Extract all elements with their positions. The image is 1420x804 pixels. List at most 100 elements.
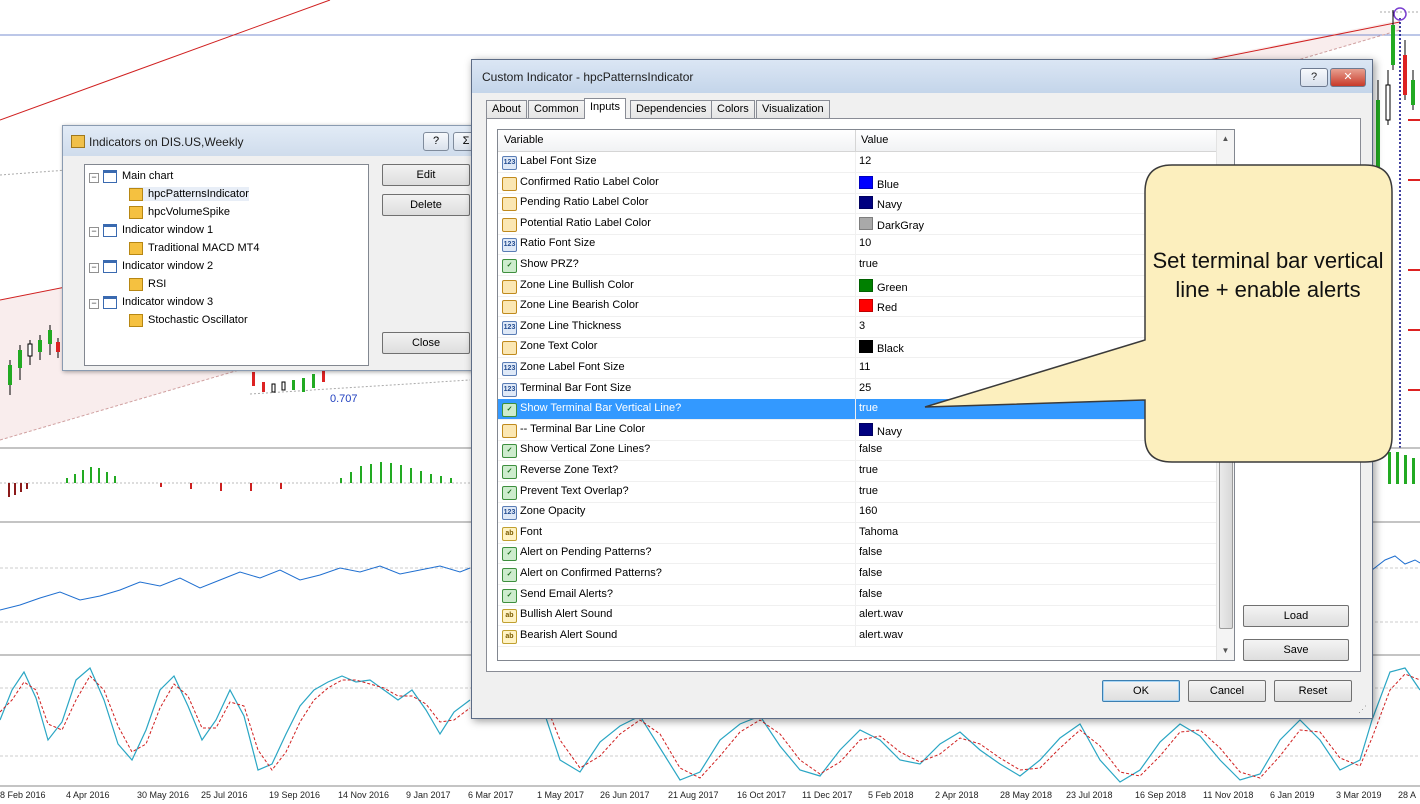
help-button[interactable]: ? <box>423 132 449 151</box>
load-button[interactable]: Load <box>1243 605 1349 627</box>
custom-indicator-dialog[interactable]: Custom Indicator - hpcPatternsIndicator … <box>471 59 1373 719</box>
value-column-header[interactable]: Value <box>861 134 888 146</box>
input-value-cell[interactable]: Green <box>859 278 908 294</box>
input-value-cell[interactable]: false <box>859 443 882 455</box>
input-row[interactable]: 123 Zone Line Thickness 3 <box>498 316 1216 338</box>
tab-inputs[interactable]: Inputs <box>584 98 626 119</box>
tab-colors[interactable]: Colors <box>711 100 755 118</box>
resize-grip-icon[interactable]: ⋰ <box>1358 704 1367 715</box>
cancel-button[interactable]: Cancel <box>1188 680 1266 702</box>
input-value-cell[interactable]: 160 <box>859 505 877 517</box>
tree-node-main-chart[interactable]: Main chart <box>103 169 173 183</box>
tree-node-rsi[interactable]: RSI <box>129 277 166 291</box>
tab-common[interactable]: Common <box>528 100 585 118</box>
input-value-cell[interactable]: 3 <box>859 320 865 332</box>
tree-node-indicator-window-3[interactable]: Indicator window 3 <box>103 295 213 309</box>
input-row[interactable]: ✓ Reverse Zone Text? true <box>498 461 1216 482</box>
inputs-grid[interactable]: Variable Value 123 Label Font Size 12 Confi… <box>497 129 1235 661</box>
input-value-cell[interactable]: false <box>859 588 882 600</box>
input-value-cell[interactable]: true <box>859 464 878 476</box>
ok-button[interactable]: OK <box>1102 680 1180 702</box>
tab-about[interactable]: About <box>486 100 527 118</box>
input-variable-name: Ratio Font Size <box>520 237 596 250</box>
input-row[interactable]: ✓ Send Email Alerts? false <box>498 584 1216 606</box>
tree-node-hpcvolumespike[interactable]: hpcVolumeSpike <box>129 205 230 219</box>
input-value-cell[interactable]: true <box>859 402 878 414</box>
collapse-icon[interactable]: − <box>89 299 99 309</box>
tree-node-indicator-window-1[interactable]: Indicator window 1 <box>103 223 213 237</box>
save-button[interactable]: Save <box>1243 639 1349 661</box>
input-value-cell[interactable]: false <box>859 567 882 579</box>
input-row[interactable]: Zone Line Bearish Color Red <box>498 296 1216 318</box>
indicator-icon <box>129 313 143 327</box>
input-row[interactable]: ab Font Tahoma <box>498 522 1216 544</box>
tree-node-hpcpatternsindicator[interactable]: hpcPatternsIndicator <box>129 187 249 201</box>
input-row[interactable]: Potential Ratio Label Color DarkGray <box>498 213 1216 235</box>
reset-button[interactable]: Reset <box>1274 680 1352 702</box>
dialog-titlebar[interactable]: Custom Indicator - hpcPatternsIndicator … <box>472 60 1372 93</box>
input-value-cell[interactable]: Tahoma <box>859 526 898 538</box>
input-row[interactable]: 123 Zone Label Font Size 11 <box>498 358 1216 379</box>
collapse-icon[interactable]: − <box>89 227 99 237</box>
input-row[interactable]: 123 Ratio Font Size 10 <box>498 234 1216 256</box>
input-row[interactable]: ✓ Alert on Pending Patterns? false <box>498 543 1216 565</box>
tree-node-traditional-macd[interactable]: Traditional MACD MT4 <box>129 241 259 255</box>
date-label: 16 Sep 2018 <box>1135 790 1187 800</box>
input-value-cell[interactable]: 25 <box>859 382 871 394</box>
input-value-cell[interactable]: 11 <box>859 361 870 373</box>
indicators-window-titlebar[interactable]: Indicators on DIS.US,Weekly ? Σ <box>63 126 481 156</box>
input-row[interactable]: ab Bullish Alert Sound alert.wav <box>498 605 1216 627</box>
tree-node-indicator-window-2[interactable]: Indicator window 2 <box>103 259 213 273</box>
input-value-cell[interactable]: 12 <box>859 155 871 167</box>
input-row[interactable]: Zone Line Bullish Color Green <box>498 275 1216 297</box>
input-value-cell[interactable]: Navy <box>859 422 902 438</box>
input-value-cell[interactable]: alert.wav <box>859 629 903 641</box>
date-label: 11 Dec 2017 <box>802 790 853 800</box>
stochastic-main-line <box>0 667 471 771</box>
input-row[interactable]: ✓ Show Terminal Bar Vertical Line? true <box>498 399 1216 421</box>
input-variable-name: Zone Line Bullish Color <box>520 278 634 291</box>
input-type-bool-icon: ✓ <box>502 444 517 459</box>
input-value-cell[interactable]: Navy <box>859 196 902 211</box>
input-row[interactable]: 123 Zone Opacity 160 <box>498 502 1216 524</box>
input-row[interactable]: ab Bearish Alert Sound alert.wav <box>498 625 1216 647</box>
close-icon[interactable]: ✕ <box>1330 68 1366 87</box>
indicators-tree[interactable]: − Main chart hpcPatternsIndicator hpcVol… <box>84 164 369 366</box>
input-value-cell[interactable]: Black <box>859 340 904 355</box>
collapse-icon[interactable]: − <box>89 173 99 183</box>
date-label: 26 Jun 2017 <box>600 790 650 800</box>
scroll-down-icon[interactable]: ▼ <box>1217 642 1234 659</box>
tab-dependencies[interactable]: Dependencies <box>630 100 713 118</box>
input-row[interactable]: 123 Terminal Bar Font Size 25 <box>498 378 1216 400</box>
scroll-thumb[interactable] <box>1219 447 1233 629</box>
input-row[interactable]: 123 Label Font Size 12 <box>498 152 1216 173</box>
tree-node-stochastic[interactable]: Stochastic Oscillator <box>129 313 248 327</box>
help-button[interactable]: ? <box>1300 68 1328 87</box>
close-button[interactable]: Close <box>382 332 470 354</box>
delete-button[interactable]: Delete <box>382 194 470 216</box>
input-value-cell[interactable]: Red <box>859 299 897 314</box>
input-value-cell[interactable]: true <box>859 485 878 497</box>
input-row[interactable]: Zone Text Color Black <box>498 337 1216 359</box>
input-value-text: 160 <box>859 505 878 518</box>
collapse-icon[interactable]: − <box>89 263 99 273</box>
scroll-up-icon[interactable]: ▲ <box>1217 130 1234 147</box>
input-row[interactable]: -- Terminal Bar Line Color Navy <box>498 419 1216 441</box>
input-row[interactable]: ✓ Alert on Confirmed Patterns? false <box>498 564 1216 585</box>
input-row[interactable]: ✓ Show PRZ? true <box>498 255 1216 276</box>
input-value-cell[interactable]: Blue <box>859 175 899 191</box>
input-value-cell[interactable]: false <box>859 546 882 558</box>
input-row[interactable]: ✓ Prevent Text Overlap? true <box>498 481 1216 503</box>
input-value-cell[interactable]: true <box>859 258 878 270</box>
tab-visualization[interactable]: Visualization <box>756 100 830 118</box>
variable-column-header[interactable]: Variable <box>504 134 544 146</box>
input-row[interactable]: ✓ Show Vertical Zone Lines? false <box>498 440 1216 462</box>
input-row[interactable]: Confirmed Ratio Label Color Blue <box>498 172 1216 194</box>
indicators-window[interactable]: Indicators on DIS.US,Weekly ? Σ − Main c… <box>62 125 482 371</box>
input-row[interactable]: Pending Ratio Label Color Navy <box>498 193 1216 215</box>
input-value-cell[interactable]: DarkGray <box>859 216 924 232</box>
edit-button[interactable]: Edit <box>382 164 470 186</box>
input-value-cell[interactable]: alert.wav <box>859 608 903 620</box>
grid-scrollbar[interactable]: ▲ ▼ <box>1216 130 1234 660</box>
input-value-cell[interactable]: 10 <box>859 237 871 249</box>
